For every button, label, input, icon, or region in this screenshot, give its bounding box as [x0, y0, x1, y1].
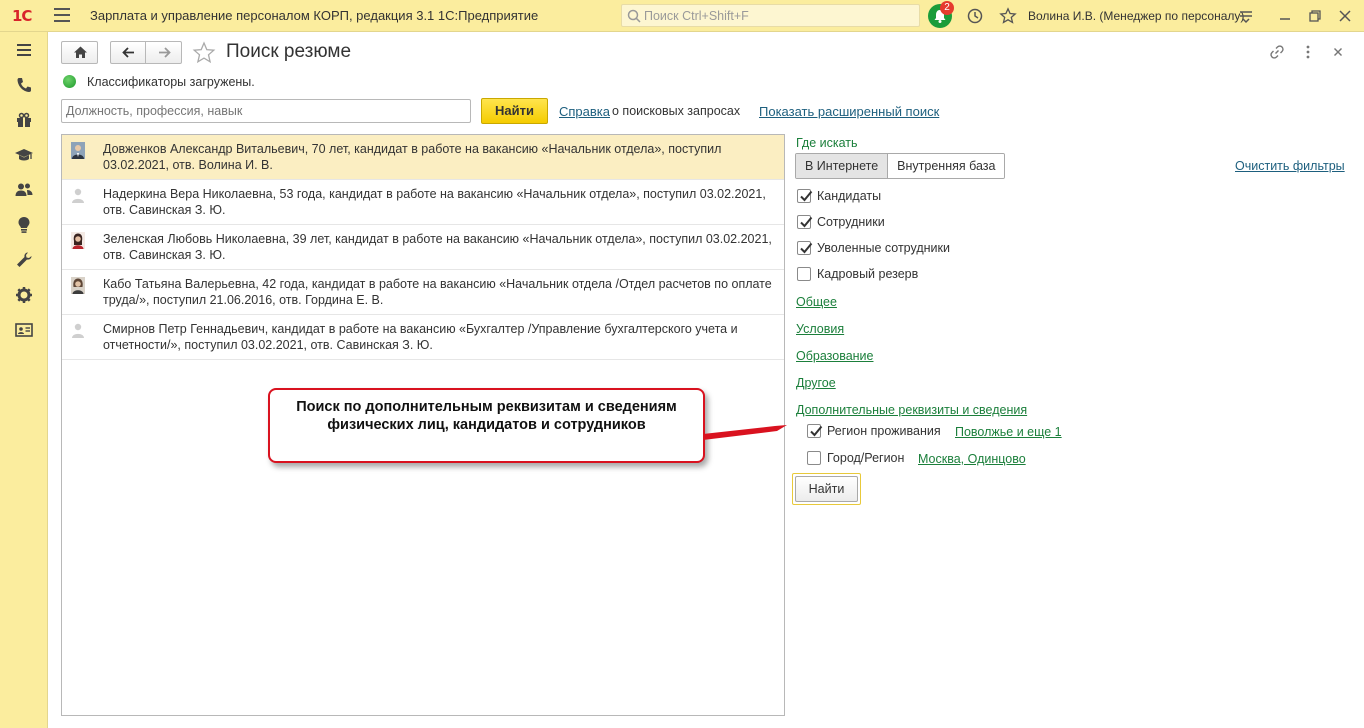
candidate-photo-icon: [71, 232, 85, 249]
home-button[interactable]: [61, 41, 98, 64]
gear-icon[interactable]: [14, 285, 34, 305]
notification-badge: 2: [940, 1, 954, 15]
city-region-label: Город/Регион: [827, 451, 905, 465]
checkmark-icon: [800, 242, 813, 254]
app-logo: 1С: [12, 7, 32, 25]
checkmark-icon: [810, 425, 823, 437]
result-text: Смирнов Петр Геннадьевич, кандидат в раб…: [103, 322, 738, 352]
resume-search-input[interactable]: [61, 99, 471, 123]
minimize-icon[interactable]: [1276, 7, 1294, 25]
callout-arrow-icon: [703, 425, 787, 440]
section-additional-attributes-link[interactable]: Дополнительные реквизиты и сведения: [796, 403, 1027, 417]
gift-icon[interactable]: [14, 110, 34, 130]
result-text: Надеркина Вера Николаевна, 53 года, канд…: [103, 187, 766, 217]
region-label: Регион проживания: [827, 424, 941, 438]
page-title: Поиск резюме: [226, 41, 352, 62]
phone-icon[interactable]: [14, 75, 34, 95]
menu-icon[interactable]: [14, 40, 34, 60]
people-icon[interactable]: [14, 180, 34, 200]
region-checkbox[interactable]: [807, 424, 823, 438]
help-suffix: о поисковых запросах: [612, 104, 741, 118]
checkmark-icon: [800, 190, 813, 202]
candidates-label: Кандидаты: [817, 189, 882, 203]
settings-lines-icon[interactable]: [1237, 7, 1255, 25]
find-filter-button[interactable]: Найти: [795, 476, 858, 502]
status-indicator: [63, 75, 76, 88]
city-region-value-link[interactable]: Москва, Одинцово: [918, 452, 1026, 466]
help-link[interactable]: Справка: [559, 104, 610, 119]
favorites-star-icon[interactable]: [999, 7, 1017, 25]
search-icon: [627, 9, 641, 23]
graduation-cap-icon[interactable]: [14, 145, 34, 165]
global-search-input[interactable]: Поиск Ctrl+Shift+F: [621, 4, 920, 27]
lightbulb-icon[interactable]: [14, 215, 34, 235]
city-region-checkbox[interactable]: [807, 451, 821, 465]
more-vertical-icon[interactable]: [1300, 44, 1316, 60]
result-row[interactable]: Смирнов Петр Геннадьевич, кандидат в раб…: [62, 315, 784, 360]
where-to-search-label: Где искать: [796, 136, 858, 150]
arrow-right-icon: [159, 47, 171, 58]
candidate-photo-icon: [71, 277, 85, 294]
callout-line-1: Поиск по дополнительным реквизитам и све…: [296, 399, 677, 415]
toggle-internet[interactable]: В Интернете: [796, 154, 889, 178]
region-value-link[interactable]: Поволжье и еще 1: [955, 425, 1062, 439]
clear-filters-link[interactable]: Очистить фильтры: [1235, 159, 1345, 173]
restore-icon[interactable]: [1306, 7, 1324, 25]
arrow-left-icon: [122, 47, 134, 58]
navigation-buttons: [110, 41, 182, 64]
result-text: Довженков Александр Витальевич, 70 лет, …: [103, 142, 722, 172]
result-text: Зеленская Любовь Николаевна, 39 лет, кан…: [103, 232, 772, 262]
person-placeholder-icon: [72, 188, 84, 203]
link-icon[interactable]: [1269, 44, 1285, 60]
add-to-favorites-star-icon[interactable]: [192, 41, 216, 65]
app-title: Зарплата и управление персоналом КОРП, р…: [90, 8, 539, 23]
employees-label: Сотрудники: [817, 215, 885, 229]
forward-button[interactable]: [147, 42, 181, 63]
title-bar: 1С Зарплата и управление персоналом КОРП…: [0, 0, 1364, 32]
section-education-link[interactable]: Образование: [796, 349, 873, 363]
dismissed-employees-label: Уволенные сотрудники: [817, 241, 950, 255]
sidebar: [0, 32, 48, 728]
annotation-callout: Поиск по дополнительным реквизитам и све…: [268, 388, 705, 463]
main-area: Поиск резюме Классификаторы загружены. Н…: [49, 32, 1364, 728]
id-card-icon[interactable]: [14, 320, 34, 340]
user-name[interactable]: Волина И.В. (Менеджер по персоналу): [1028, 9, 1244, 23]
section-conditions-link[interactable]: Условия: [796, 322, 844, 336]
close-window-icon[interactable]: [1336, 7, 1354, 25]
section-other-link[interactable]: Другое: [796, 376, 836, 390]
wrench-icon[interactable]: [14, 250, 34, 270]
result-row[interactable]: Надеркина Вера Николаевна, 53 года, канд…: [62, 180, 784, 225]
candidates-checkbox[interactable]: [797, 189, 813, 203]
back-button[interactable]: [111, 42, 146, 63]
status-text: Классификаторы загружены.: [87, 75, 255, 89]
advanced-search-link[interactable]: Показать расширенный поиск: [759, 104, 939, 119]
person-placeholder-icon: [72, 323, 84, 338]
personnel-reserve-label: Кадровый резерв: [817, 267, 919, 281]
main-menu-icon[interactable]: [54, 8, 70, 22]
close-form-icon[interactable]: [1330, 44, 1346, 60]
dismissed-employees-checkbox[interactable]: [797, 241, 813, 255]
result-row[interactable]: Довженков Александр Витальевич, 70 лет, …: [62, 135, 784, 180]
result-text: Кабо Татьяна Валерьевна, 42 года, кандид…: [103, 277, 772, 307]
callout-line-2: физических лиц, кандидатов и сотрудников: [327, 417, 646, 433]
toggle-internal-base[interactable]: Внутренняя база: [888, 154, 1005, 178]
result-row[interactable]: Зеленская Любовь Николаевна, 39 лет, кан…: [62, 225, 784, 270]
history-icon[interactable]: [966, 7, 984, 25]
find-button[interactable]: Найти: [481, 98, 548, 124]
section-general-link[interactable]: Общее: [796, 295, 837, 309]
home-icon: [74, 46, 87, 58]
candidate-photo-icon: [71, 142, 85, 159]
search-source-toggle: В Интернете Внутренняя база: [795, 153, 1006, 179]
result-row[interactable]: Кабо Татьяна Валерьевна, 42 года, кандид…: [62, 270, 784, 315]
personnel-reserve-checkbox[interactable]: [797, 267, 811, 281]
checkmark-icon: [800, 216, 813, 228]
global-search-placeholder: Поиск Ctrl+Shift+F: [644, 9, 749, 23]
employees-checkbox[interactable]: [797, 215, 813, 229]
